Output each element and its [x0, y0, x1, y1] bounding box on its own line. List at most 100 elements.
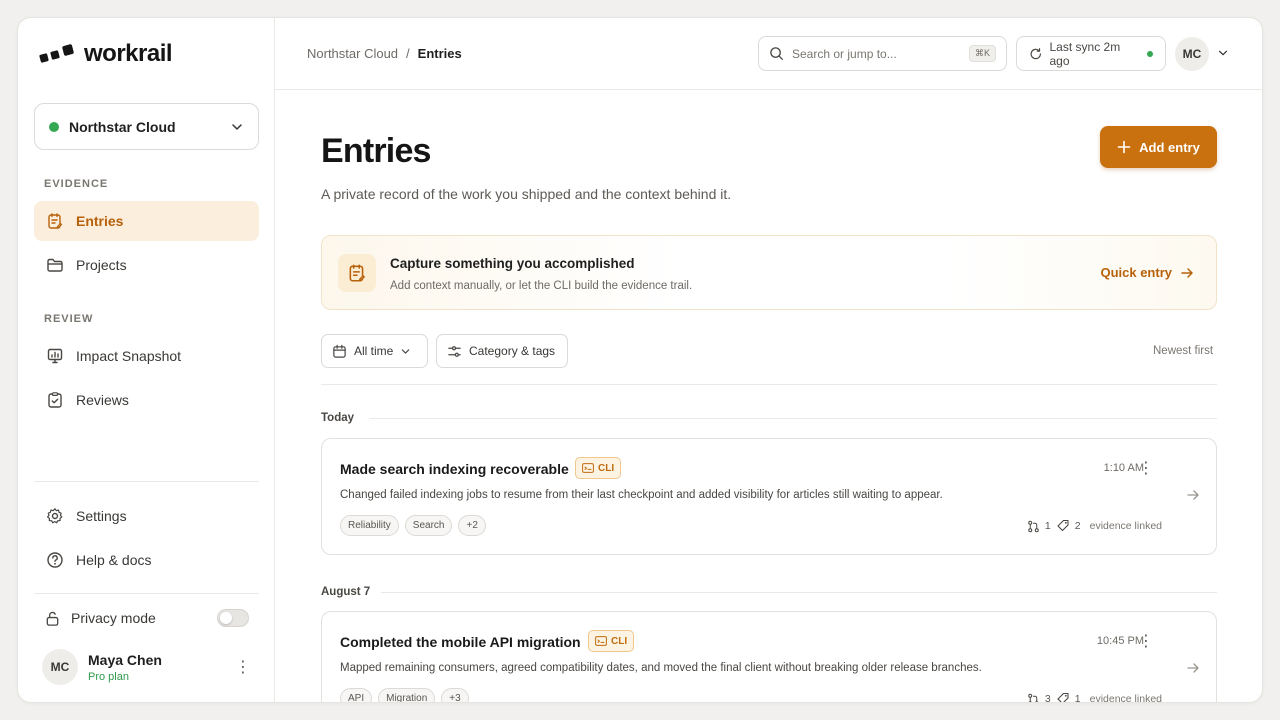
sidebar-item-projects[interactable]: Projects — [34, 245, 259, 285]
sidebar-item-reviews[interactable]: Reviews — [34, 380, 259, 420]
divider — [381, 592, 1217, 593]
sidebar-item-impact-snapshot[interactable]: Impact Snapshot — [34, 336, 259, 376]
entry-card[interactable]: Made search indexing recoverable CLI 1:1… — [321, 438, 1217, 555]
entry-title: Made search indexing recoverable — [340, 461, 569, 477]
pull-request-icon — [1028, 693, 1039, 702]
tag-overflow[interactable]: +3 — [441, 688, 469, 702]
gear-icon — [47, 508, 63, 524]
cli-badge-label: CLI — [598, 462, 615, 474]
breadcrumb-separator: / — [406, 46, 410, 61]
chevron-down-icon[interactable] — [1217, 47, 1229, 59]
more-options-icon[interactable]: ⋮ — [1138, 458, 1154, 478]
capture-subtitle: Add context manually, or let the CLI bui… — [390, 280, 693, 292]
capture-banner: Capture something you accomplished Add c… — [321, 235, 1217, 310]
date-group-label: August 7 — [321, 586, 371, 598]
app-window: workrail Northstar Cloud EVIDENCE Entrie… — [17, 17, 1263, 703]
terminal-icon — [595, 636, 607, 646]
sort-dropdown[interactable]: Newest first — [1153, 345, 1213, 357]
terminal-icon — [582, 463, 594, 473]
breadcrumb-current: Entries — [417, 46, 462, 61]
calendar-icon — [333, 344, 346, 358]
avatar[interactable]: MC — [1175, 37, 1209, 71]
sidebar-item-help[interactable]: Help & docs — [34, 540, 259, 580]
commit-tag-icon — [1057, 519, 1069, 532]
category-filter-button[interactable]: Category & tags — [436, 334, 568, 368]
category-filter-label: Category & tags — [469, 344, 556, 358]
entry-time: 10:45 PM — [1096, 635, 1144, 647]
pull-request-icon — [1028, 520, 1039, 532]
arrow-right-icon[interactable] — [1186, 488, 1200, 502]
arrow-right-icon[interactable] — [1186, 661, 1200, 675]
logo[interactable]: workrail — [38, 40, 173, 68]
main-content: Northstar Cloud / Entries Search or jump… — [275, 18, 1262, 702]
section-label-evidence: EVIDENCE — [44, 178, 109, 190]
pull-request-count: 1 — [1044, 520, 1051, 532]
lock-icon — [46, 611, 59, 626]
tag-list: Reliability Search +2 — [340, 515, 486, 536]
refresh-icon — [1030, 47, 1041, 59]
search-icon — [770, 47, 783, 60]
entry-card[interactable]: Completed the mobile API migration CLI 1… — [321, 611, 1217, 703]
sync-label: Last sync 2m ago — [1049, 39, 1121, 68]
workspace-status-dot — [49, 121, 59, 132]
more-options-icon[interactable]: ⋮ — [1138, 631, 1154, 651]
more-options-icon[interactable]: ⋮ — [235, 657, 251, 677]
sidebar-item-label: Impact Snapshot — [76, 348, 182, 364]
divider — [321, 384, 1217, 385]
sidebar: workrail Northstar Cloud EVIDENCE Entrie… — [18, 18, 275, 702]
sync-status-dot — [1147, 50, 1153, 57]
plus-icon — [1117, 140, 1131, 154]
chart-icon — [47, 348, 63, 364]
commit-count: 2 — [1074, 520, 1081, 532]
user-profile[interactable]: MC Maya Chen Pro plan ⋮ — [34, 645, 259, 689]
section-label-review: REVIEW — [44, 313, 94, 325]
search-input[interactable]: Search or jump to... ⌘K — [758, 36, 1007, 71]
sidebar-item-entries[interactable]: Entries — [34, 201, 259, 241]
workspace-switcher[interactable]: Northstar Cloud — [34, 103, 259, 150]
tag-overflow[interactable]: +2 — [458, 515, 486, 536]
search-placeholder: Search or jump to... — [792, 46, 897, 61]
breadcrumb-parent[interactable]: Northstar Cloud — [307, 46, 398, 61]
quick-entry-label: Quick entry — [1100, 265, 1172, 280]
add-entry-label: Add entry — [1139, 139, 1200, 155]
sidebar-divider — [34, 593, 259, 594]
divider — [369, 418, 1217, 419]
note-icon — [338, 254, 376, 292]
privacy-mode-toggle[interactable] — [217, 609, 249, 627]
tag[interactable]: Migration — [378, 688, 436, 702]
sidebar-item-label: Help & docs — [76, 552, 152, 568]
sidebar-item-label: Settings — [76, 508, 127, 524]
cli-badge-label: CLI — [611, 635, 628, 647]
user-plan: Pro plan — [88, 670, 129, 683]
entries-icon — [48, 213, 63, 229]
tag[interactable]: Reliability — [340, 515, 399, 536]
add-entry-button[interactable]: Add entry — [1100, 126, 1217, 168]
sidebar-item-settings[interactable]: Settings — [34, 496, 259, 536]
sidebar-item-label: Reviews — [76, 392, 129, 408]
entry-description: Changed failed indexing jobs to resume f… — [340, 489, 943, 501]
clipboard-icon — [48, 392, 62, 408]
time-filter-button[interactable]: All time — [321, 334, 428, 368]
chevron-down-icon — [232, 123, 242, 130]
privacy-mode-row: Privacy mode — [34, 606, 259, 630]
entry-description: Mapped remaining consumers, agreed compa… — [340, 662, 982, 674]
cli-badge: CLI — [575, 457, 622, 479]
commit-tag-icon — [1057, 692, 1069, 702]
evidence-summary: 3 1 evidence linked — [1027, 692, 1162, 703]
user-info: Maya Chen Pro plan — [88, 652, 162, 683]
tag[interactable]: Search — [404, 515, 453, 536]
search-shortcut: ⌘K — [968, 45, 996, 62]
page-title: Entries — [321, 132, 431, 170]
commit-count: 1 — [1074, 693, 1081, 703]
sidebar-item-label: Entries — [76, 213, 124, 229]
evidence-label: evidence linked — [1089, 520, 1162, 532]
tag[interactable]: API — [340, 688, 373, 702]
pull-request-count: 3 — [1044, 693, 1051, 703]
sync-status-button[interactable]: Last sync 2m ago — [1016, 36, 1166, 71]
date-group-label: Today — [321, 412, 355, 424]
topbar: Northstar Cloud / Entries Search or jump… — [275, 18, 1262, 90]
quick-entry-link[interactable]: Quick entry — [1100, 265, 1194, 280]
privacy-mode-label: Privacy mode — [71, 610, 156, 626]
user-name: Maya Chen — [88, 651, 162, 668]
tag-list: API Migration +3 — [340, 688, 469, 702]
